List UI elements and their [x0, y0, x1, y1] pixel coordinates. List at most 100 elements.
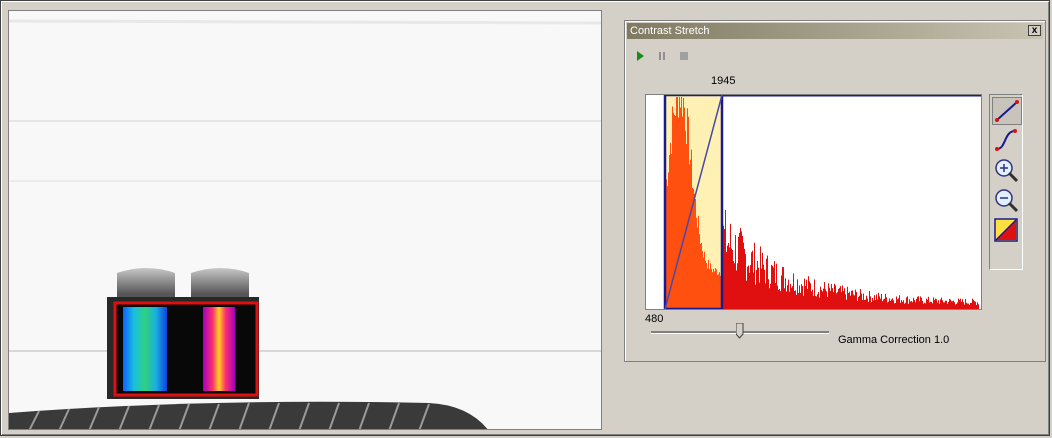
histogram-bar: [682, 116, 683, 309]
histogram-bar: [945, 300, 946, 309]
histogram-bar: [954, 302, 955, 309]
histogram-bar: [827, 296, 828, 309]
histogram-bar: [788, 279, 789, 309]
histogram-bar: [965, 299, 966, 309]
histogram-bar: [683, 97, 684, 309]
zoom-out-icon: [995, 189, 1019, 213]
histogram-bar: [854, 295, 855, 309]
histogram-bar: [786, 291, 787, 309]
histogram-bar: [867, 298, 868, 309]
histogram-bar: [838, 288, 839, 309]
histogram-bar: [969, 304, 970, 309]
histogram-bar: [872, 298, 873, 309]
play-button[interactable]: [633, 49, 647, 63]
histogram-bar: [700, 243, 701, 309]
histogram-bar: [727, 245, 728, 309]
histogram-bar: [853, 294, 854, 309]
curve-stretch-button[interactable]: [992, 127, 1022, 155]
histogram-bar: [716, 269, 717, 309]
zoom-in-button[interactable]: [992, 157, 1022, 185]
lower-limit-value: 480: [645, 313, 664, 325]
histogram-bar: [783, 267, 784, 309]
histogram-bar: [895, 302, 896, 309]
histogram-bar: [789, 291, 790, 309]
histogram-bar: [691, 149, 692, 309]
histogram-bar: [976, 304, 977, 309]
histogram-bar: [785, 278, 786, 309]
histogram-bar: [905, 302, 906, 309]
histogram-bar: [935, 298, 936, 309]
histogram-bar: [842, 285, 843, 309]
histogram-bar: [809, 281, 810, 309]
linear-stretch-button[interactable]: [992, 97, 1022, 125]
pause-button[interactable]: [655, 49, 669, 63]
histogram-bar: [688, 116, 689, 309]
histogram-bar: [704, 251, 705, 309]
histogram-bar: [964, 304, 965, 309]
histogram-bar: [835, 285, 836, 309]
histogram-bar: [736, 270, 737, 309]
histogram-bar: [869, 290, 870, 309]
histogram-bar: [730, 223, 731, 309]
histogram-bar: [852, 290, 853, 309]
histogram-bar: [898, 298, 899, 309]
auto-stretch-button[interactable]: [992, 217, 1022, 245]
histogram-bar: [862, 300, 863, 309]
histogram-bar: [798, 293, 799, 309]
histogram-bar: [850, 295, 851, 309]
histogram-bar: [836, 293, 837, 309]
histogram-bar: [706, 263, 707, 309]
histogram-bar: [977, 302, 978, 309]
histogram-bar: [802, 285, 803, 309]
histogram-bar: [761, 268, 762, 309]
histogram-bar: [936, 299, 937, 309]
histogram-bar: [820, 286, 821, 309]
stop-button[interactable]: [677, 49, 691, 63]
histogram-bar: [681, 97, 682, 309]
histogram-bar: [774, 261, 775, 309]
histogram-bar: [847, 286, 848, 309]
contrast-stretch-panel: Contrast Stretch x 1945 480 Gamma Correc…: [624, 20, 1046, 362]
histogram-bar: [731, 248, 732, 309]
histogram-bar: [745, 253, 746, 309]
histogram-bar: [878, 292, 879, 309]
histogram-bar: [813, 295, 814, 309]
histogram-bar: [779, 288, 780, 309]
histogram-bar: [911, 301, 912, 309]
histogram-bar: [947, 304, 948, 309]
histogram-bar: [724, 229, 725, 309]
histogram-bar: [795, 290, 796, 309]
histogram-bar: [859, 295, 860, 309]
histogram-bar: [828, 283, 829, 309]
histogram-bar: [970, 302, 971, 309]
gamma-slider-thumb[interactable]: [735, 322, 744, 339]
histogram-bar: [752, 250, 753, 309]
histogram-bar: [958, 298, 959, 309]
histogram-bar: [921, 297, 922, 309]
histogram-bar: [797, 279, 798, 309]
histogram-bar: [701, 243, 702, 309]
histogram-bar: [904, 303, 905, 309]
histogram-bar: [864, 299, 865, 309]
close-button[interactable]: x: [1028, 25, 1041, 36]
histogram-bar: [676, 97, 677, 309]
curve-stretch-icon: [995, 129, 1017, 151]
histogram-bar: [968, 303, 969, 309]
histogram-bar: [741, 231, 742, 309]
histogram-bar: [957, 302, 958, 309]
histogram-bar: [944, 302, 945, 309]
histogram-bar: [834, 283, 835, 309]
histogram-view[interactable]: [645, 94, 982, 310]
histogram-bar: [808, 276, 809, 309]
histogram-bar: [775, 282, 776, 309]
panel-titlebar[interactable]: Contrast Stretch x: [627, 23, 1043, 39]
histogram-bar: [747, 266, 748, 309]
linear-stretch-icon: [995, 100, 1019, 122]
histogram-bar: [815, 295, 816, 309]
zoom-out-button[interactable]: [992, 187, 1022, 215]
histogram-bar: [714, 271, 715, 309]
histogram-bar: [833, 292, 834, 309]
histogram-bar: [848, 293, 849, 309]
histogram-bar: [760, 246, 761, 309]
camera-image-view[interactable]: [8, 10, 602, 430]
